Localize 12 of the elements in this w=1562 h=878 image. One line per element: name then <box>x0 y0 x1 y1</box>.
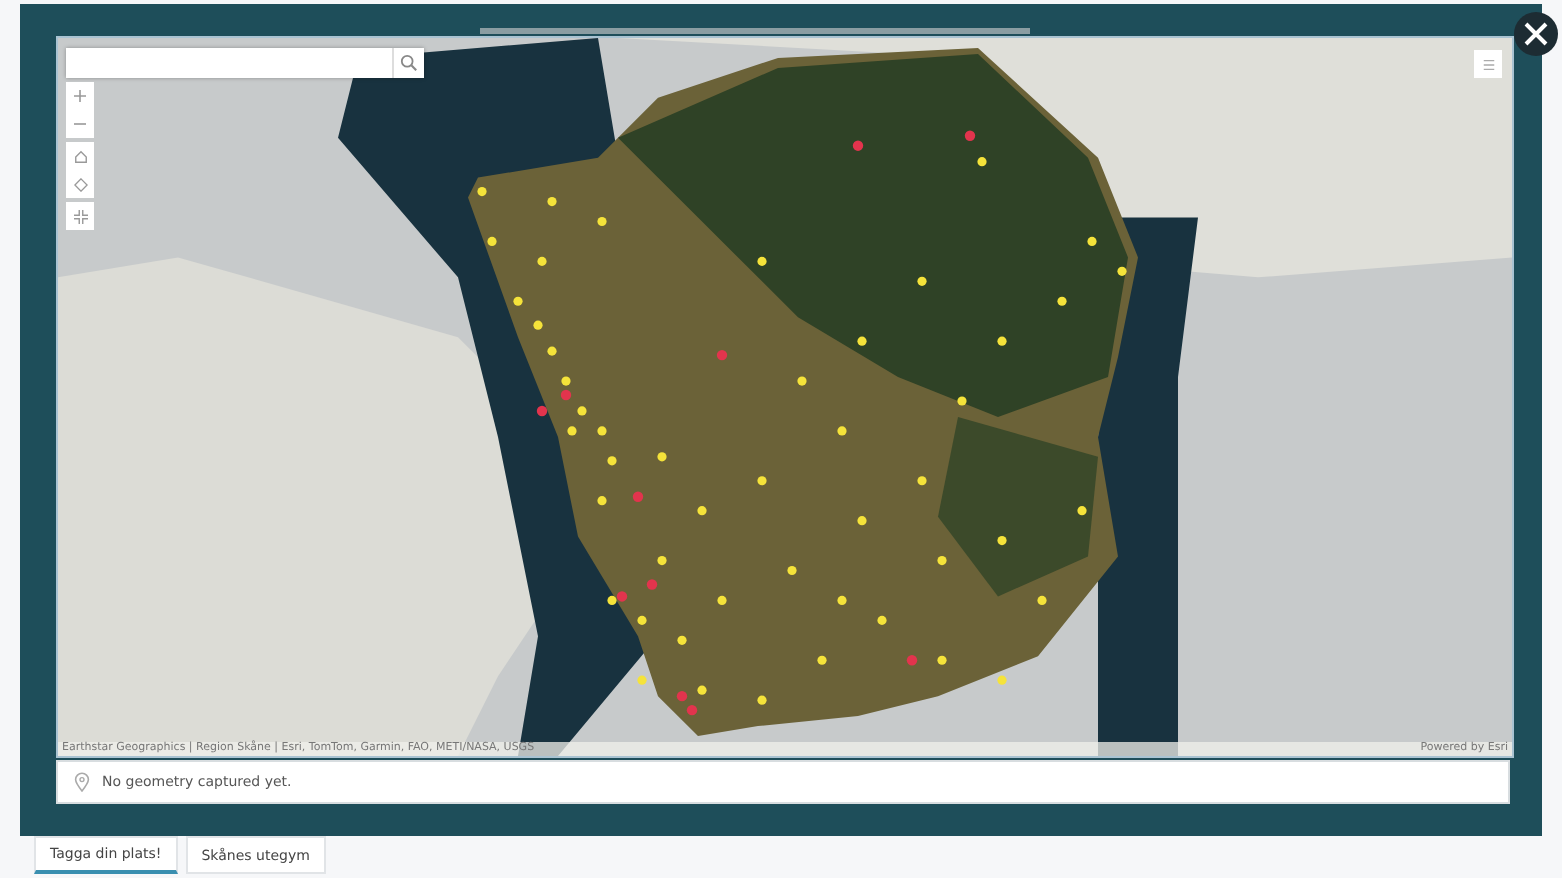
list-icon <box>1481 57 1495 71</box>
search-field[interactable] <box>66 48 424 78</box>
layer-list-button[interactable] <box>1474 50 1502 78</box>
location-pin-icon <box>74 772 90 792</box>
minus-icon <box>74 122 86 126</box>
close-button[interactable] <box>1514 12 1558 56</box>
locate-icon <box>73 177 87 191</box>
home-icon <box>73 149 87 163</box>
plus-icon <box>74 90 86 102</box>
close-icon <box>1524 22 1548 46</box>
fullscreen-icon <box>73 209 87 223</box>
search-icon <box>400 54 418 72</box>
